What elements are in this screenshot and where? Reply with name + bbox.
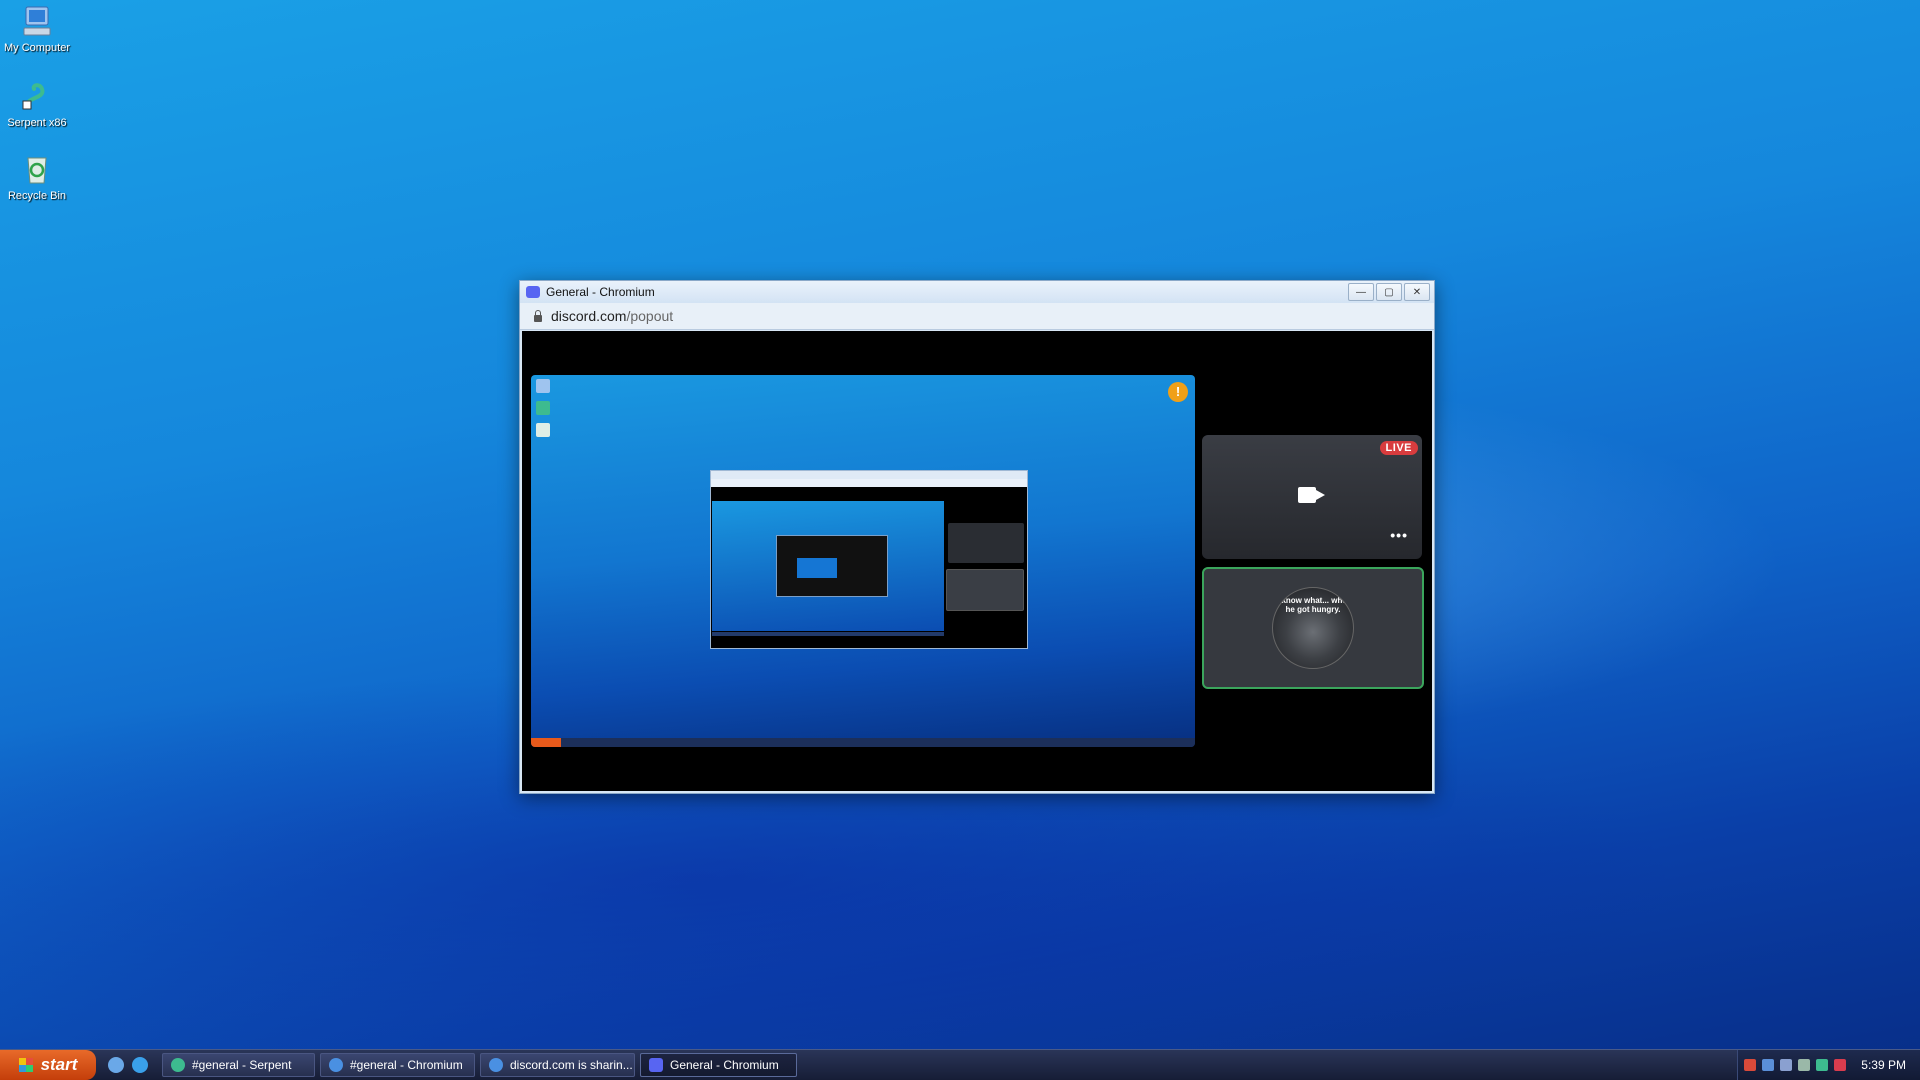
start-button[interactable]: start (0, 1050, 96, 1080)
nested-address-bar (711, 479, 1027, 487)
tray-security-icon[interactable] (1834, 1059, 1846, 1071)
lock-icon (534, 309, 542, 322)
nested-stream (712, 501, 944, 631)
live-badge: LIVE (1379, 441, 1418, 455)
avatar-caption: u know what... when he got hungry. (1274, 596, 1352, 614)
desktop-icon-recycle-bin[interactable]: Recycle Bin (0, 152, 74, 202)
nested-nested-window (776, 535, 888, 597)
taskbar-button-label: #general - Chromium (350, 1058, 463, 1072)
taskbar-button-label: discord.com is sharin... (510, 1058, 633, 1072)
more-options-icon[interactable]: ••• (1390, 527, 1408, 543)
internet-explorer-icon[interactable] (132, 1057, 148, 1073)
desktop-icon-my-computer[interactable]: My Computer (0, 4, 74, 54)
close-button[interactable]: ✕ (1404, 283, 1430, 301)
discord-icon (526, 286, 540, 298)
nested-taskbar (712, 632, 944, 636)
discord-call-view: ! LIVE ••• u know what... when he got hu… (522, 331, 1432, 791)
user-tile[interactable]: u know what... when he got hungry. (1202, 567, 1424, 689)
recycle-bin-icon (536, 423, 550, 437)
windows-logo-icon (18, 1058, 33, 1072)
system-tray: 5:39 PM (1737, 1050, 1920, 1080)
start-label: start (40, 1055, 78, 1074)
serpent-icon (536, 401, 550, 415)
nested-nested-stream (797, 558, 837, 578)
stream-taskbar (531, 738, 1195, 747)
taskbar-clock[interactable]: 5:39 PM (1861, 1058, 1906, 1072)
main-stream-tile[interactable]: ! (531, 375, 1195, 747)
taskbar-button-serpent[interactable]: #general - Serpent (162, 1053, 315, 1077)
tray-arrow-icon[interactable] (1744, 1059, 1756, 1071)
taskbar-button-label: #general - Serpent (192, 1058, 292, 1072)
taskbar: start #general - Serpent #general - Chro… (0, 1049, 1920, 1080)
desktop-icon-serpent[interactable]: Serpent x86 (0, 79, 74, 129)
alert-icon[interactable]: ! (1168, 382, 1188, 402)
desktop-icon-label: My Computer (3, 42, 71, 54)
nested-window (710, 470, 1028, 649)
video-camera-icon[interactable] (1298, 487, 1325, 503)
tray-update-icon[interactable] (1816, 1059, 1828, 1071)
desktop-icon-label: Serpent x86 (7, 117, 67, 129)
window-titlebar[interactable]: General - Chromium — ▢ ✕ (520, 281, 1434, 303)
taskbar-button-general-chromium[interactable]: General - Chromium (640, 1053, 797, 1077)
address-bar[interactable]: discord.com/popout (520, 303, 1434, 330)
live-stream-tile[interactable]: LIVE ••• (1202, 435, 1422, 559)
nested-window-titlebar (711, 471, 1027, 479)
window-title: General - Chromium (546, 285, 655, 299)
tray-network-icon[interactable] (1762, 1059, 1774, 1071)
maximize-button[interactable]: ▢ (1376, 283, 1402, 301)
avatar: u know what... when he got hungry. (1272, 587, 1354, 669)
serpent-icon (22, 83, 45, 110)
url-domain: discord.com (551, 308, 627, 324)
taskbar-button-discord-sharing[interactable]: discord.com is sharin... (480, 1053, 635, 1077)
stream-start-button (531, 738, 561, 747)
nested-user-tile (946, 569, 1024, 611)
nested-live-tile (948, 523, 1024, 563)
computer-icon (23, 6, 51, 36)
tray-serpent-icon[interactable] (1798, 1059, 1810, 1071)
desktop-icon-label: Recycle Bin (7, 190, 67, 202)
chromium-icon (329, 1058, 343, 1072)
quick-launch-icon-1[interactable] (108, 1057, 124, 1073)
minimize-button[interactable]: — (1348, 283, 1374, 301)
computer-icon (536, 379, 550, 393)
chromium-popout-window[interactable]: General - Chromium — ▢ ✕ discord.com/pop… (519, 280, 1435, 794)
chromium-icon (489, 1058, 503, 1072)
recycle-bin-icon (27, 157, 47, 184)
tray-pen-icon[interactable] (1780, 1059, 1792, 1071)
serpent-icon (171, 1058, 185, 1072)
url-path: /popout (626, 308, 674, 324)
discord-icon (649, 1058, 663, 1072)
taskbar-button-chromium-general[interactable]: #general - Chromium (320, 1053, 475, 1077)
taskbar-button-label: General - Chromium (670, 1058, 779, 1072)
